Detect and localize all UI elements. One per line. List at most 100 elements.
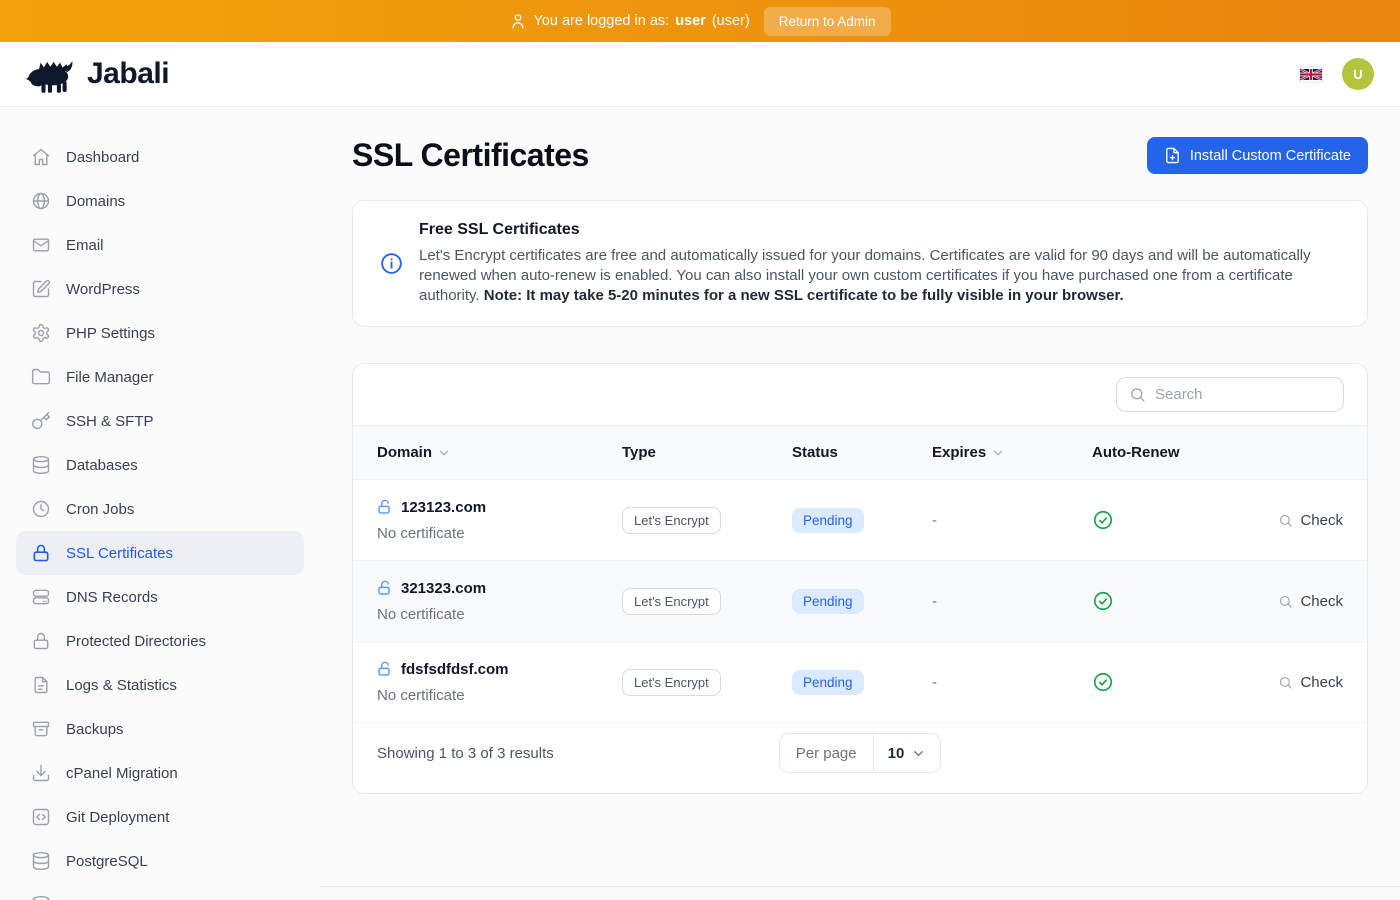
per-page-select[interactable]: 10 [874, 734, 941, 772]
sidebar-item-partial[interactable] [16, 883, 304, 900]
download-icon [31, 763, 51, 783]
logged-in-as-text: You are logged in as: [533, 13, 669, 29]
sidebar-item-protected-directories[interactable]: Protected Directories [16, 619, 304, 663]
column-header-domain[interactable]: Domain [377, 444, 622, 461]
column-header-expires[interactable]: Expires [932, 444, 1092, 461]
info-icon [379, 251, 404, 276]
expires-value: - [932, 674, 1092, 691]
check-button[interactable]: Check [1278, 512, 1343, 529]
info-box-title: Free SSL Certificates [419, 221, 1341, 239]
status-badge: Pending [792, 508, 864, 533]
auto-renew-check-icon [1092, 509, 1242, 531]
sidebar-item-label: File Manager [66, 369, 154, 386]
user-avatar[interactable]: U [1342, 58, 1374, 90]
content-column: SSL Certificates Install Custom Certific… [320, 107, 1400, 900]
certificate-subtitle: No certificate [377, 687, 622, 704]
certificate-subtitle: No certificate [377, 606, 622, 623]
expires-value: - [932, 512, 1092, 529]
mail-icon [31, 235, 51, 255]
database-icon [31, 895, 51, 900]
table-header-row: Domain Type Status Expires Auto-Renew [353, 425, 1367, 480]
domain-name: 123123.com [401, 499, 486, 516]
top-bar: Jabali U [0, 42, 1400, 107]
column-label: Domain [377, 444, 432, 461]
sidebar-item-cron-jobs[interactable]: Cron Jobs [16, 487, 304, 531]
sidebar-item-git-deployment[interactable]: Git Deployment [16, 795, 304, 839]
key-icon [31, 411, 51, 431]
main-content: SSL Certificates Install Custom Certific… [320, 107, 1400, 886]
per-page-value: 10 [888, 745, 905, 762]
server-icon [31, 587, 51, 607]
folder-icon [31, 367, 51, 387]
sidebar-item-dns-records[interactable]: DNS Records [16, 575, 304, 619]
sidebar-item-label: Databases [66, 457, 138, 474]
home-icon [31, 147, 51, 167]
sidebar-item-label: SSH & SFTP [66, 413, 154, 430]
sidebar-item-email[interactable]: Email [16, 223, 304, 267]
sidebar-item-backups[interactable]: Backups [16, 707, 304, 751]
auto-renew-check-icon [1092, 671, 1242, 693]
sidebar-item-cpanel-migration[interactable]: cPanel Migration [16, 751, 304, 795]
search-input[interactable] [1155, 386, 1331, 403]
auto-renew-check-icon [1092, 590, 1242, 612]
sidebar-item-label: cPanel Migration [66, 765, 178, 782]
sidebar-item-label: PHP Settings [66, 325, 155, 342]
column-header-type: Type [622, 444, 792, 461]
sidebar-item-label: Email [66, 237, 104, 254]
sidebar-item-label: Backups [66, 721, 124, 738]
page-footer: Jabali Panel GitHub © 2026 Jabali v0.9-r… [320, 886, 1400, 900]
unlock-icon [377, 661, 393, 677]
per-page-control: Per page 10 [779, 733, 942, 773]
column-label: Auto-Renew [1092, 444, 1180, 461]
results-summary: Showing 1 to 3 of 3 results [377, 745, 779, 762]
return-to-admin-button[interactable]: Return to Admin [764, 7, 891, 36]
info-box-body: Let's Encrypt certificates are free and … [419, 246, 1341, 306]
globe-icon [31, 191, 51, 211]
top-right-controls: U [1300, 58, 1374, 90]
column-label: Status [792, 444, 838, 461]
table-footer: Showing 1 to 3 of 3 results Per page 10 [353, 723, 1367, 793]
sidebar-item-label: Protected Directories [66, 633, 206, 650]
sidebar-item-dashboard[interactable]: Dashboard [16, 135, 304, 179]
check-button[interactable]: Check [1278, 674, 1343, 691]
sidebar-item-php-settings[interactable]: PHP Settings [16, 311, 304, 355]
pencil-icon [31, 279, 51, 299]
sidebar-item-ssh-sftp[interactable]: SSH & SFTP [16, 399, 304, 443]
sidebar-item-ssl-certificates[interactable]: SSL Certificates [16, 531, 304, 575]
sidebar: Dashboard Domains Email WordPress PHP Se… [0, 107, 320, 900]
sidebar-item-label: WordPress [66, 281, 140, 298]
sidebar-item-label: Git Deployment [66, 809, 169, 826]
language-flag-icon[interactable] [1300, 67, 1322, 82]
check-button[interactable]: Check [1278, 593, 1343, 610]
sidebar-item-label: Domains [66, 193, 125, 210]
sidebar-item-label: Dashboard [66, 149, 139, 166]
sidebar-item-databases[interactable]: Databases [16, 443, 304, 487]
check-button-label: Check [1300, 512, 1343, 529]
sidebar-item-label: Logs & Statistics [66, 677, 177, 694]
sidebar-item-wordpress[interactable]: WordPress [16, 267, 304, 311]
install-button-label: Install Custom Certificate [1190, 148, 1351, 164]
per-page-label: Per page [780, 734, 874, 772]
chevron-down-icon [991, 446, 1005, 460]
chevron-down-icon [437, 446, 451, 460]
database-icon [31, 455, 51, 475]
file-plus-icon [1164, 147, 1181, 164]
brand-logo[interactable]: Jabali [26, 54, 169, 94]
page-title: SSL Certificates [352, 137, 589, 174]
sidebar-item-logs-statistics[interactable]: Logs & Statistics [16, 663, 304, 707]
domain-name: 321323.com [401, 580, 486, 597]
column-header-auto-renew: Auto-Renew [1092, 444, 1242, 461]
certificate-subtitle: No certificate [377, 525, 622, 542]
sidebar-item-domains[interactable]: Domains [16, 179, 304, 223]
install-custom-certificate-button[interactable]: Install Custom Certificate [1147, 137, 1368, 174]
sidebar-item-file-manager[interactable]: File Manager [16, 355, 304, 399]
archive-icon [31, 719, 51, 739]
domain-cell: fdsfsdfdsf.com No certificate [377, 661, 622, 704]
search-icon [1278, 675, 1293, 690]
logged-in-username: user [675, 13, 706, 29]
column-label: Type [622, 444, 656, 461]
gear-icon [31, 323, 51, 343]
sidebar-item-postgresql[interactable]: PostgreSQL [16, 839, 304, 883]
status-badge: Pending [792, 589, 864, 614]
info-box-note: Note: It may take 5-20 minutes for a new… [484, 287, 1124, 304]
